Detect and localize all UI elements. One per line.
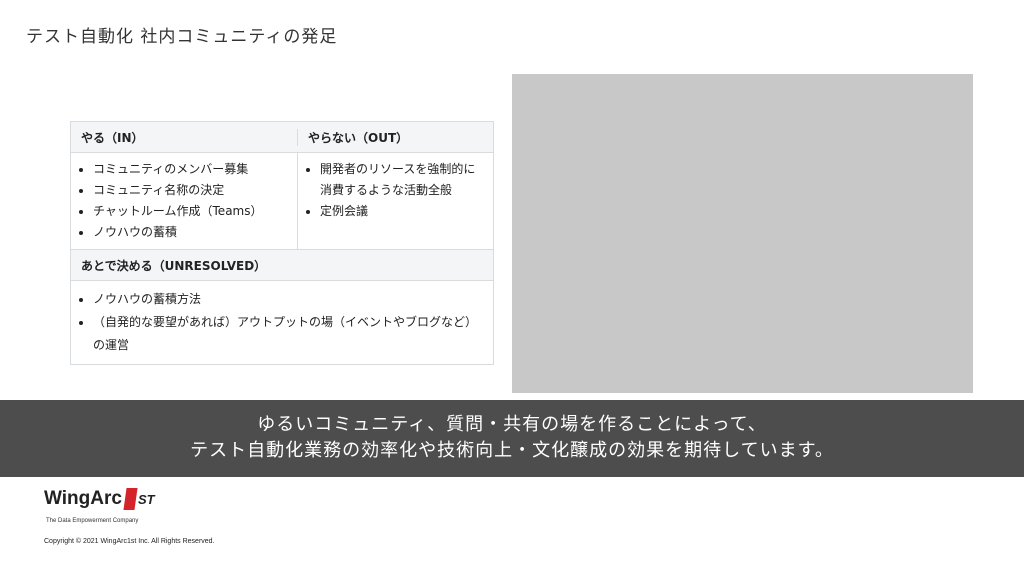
logo-text: WingArc — [44, 488, 122, 509]
logo-tagline: The Data Empowerment Company — [46, 518, 139, 524]
in-cell: コミュニティのメンバー募集 コミュニティ名称の決定 チャットルーム作成（Team… — [71, 153, 298, 249]
image-placeholder — [512, 74, 973, 393]
list-item: 定例会議 — [320, 201, 483, 222]
unresolved-header: あとで決める（UNRESOLVED） — [71, 250, 493, 281]
list-item: 開発者のリソースを強制的に消費するような活動全般 — [320, 159, 483, 201]
table-header-row: やる（IN） やらない（OUT） — [71, 122, 493, 153]
slide-title: テスト自動化 社内コミュニティの発足 — [26, 27, 338, 47]
list-item: ノウハウの蓄積 — [93, 222, 287, 243]
logo-one-mark-icon — [123, 488, 138, 510]
logo-suffix: ST — [137, 491, 155, 507]
logo-wordmark: WingArc ST — [44, 488, 155, 510]
summary-banner: ゆるいコミュニティ、質問・共有の場を作ることによって、 テスト自動化業務の効率化… — [0, 400, 1024, 477]
table-body-row: コミュニティのメンバー募集 コミュニティ名称の決定 チャットルーム作成（Team… — [71, 153, 493, 250]
scope-table: やる（IN） やらない（OUT） コミュニティのメンバー募集 コミュニティ名称の… — [70, 121, 494, 365]
list-item: （自発的な要望があれば）アウトプットの場（イベントやブログなど）の運営 — [93, 311, 483, 357]
out-cell: 開発者のリソースを強制的に消費するような活動全般 定例会議 — [298, 153, 493, 249]
list-item: チャットルーム作成（Teams） — [93, 201, 287, 222]
out-header: やらない（OUT） — [308, 130, 409, 145]
list-item: ノウハウの蓄積方法 — [93, 288, 483, 311]
banner-line-1: ゆるいコミュニティ、質問・共有の場を作ることによって、 — [257, 414, 767, 435]
in-list: コミュニティのメンバー募集 コミュニティ名称の決定 チャットルーム作成（Team… — [79, 159, 287, 243]
list-item: コミュニティのメンバー募集 — [93, 159, 287, 180]
copyright-notice: Copyright © 2021 WingArc1st Inc. All Rig… — [44, 538, 215, 545]
company-logo: WingArc ST The Data Empowerment Company — [44, 488, 155, 524]
banner-line-2: テスト自動化業務の効率化や技術向上・文化醸成の効果を期待しています。 — [190, 440, 834, 461]
unresolved-list: ノウハウの蓄積方法 （自発的な要望があれば）アウトプットの場（イベントやブログな… — [79, 288, 483, 357]
out-list: 開発者のリソースを強制的に消費するような活動全般 定例会議 — [306, 159, 483, 222]
list-item: コミュニティ名称の決定 — [93, 180, 287, 201]
in-header: やる（IN） — [71, 128, 298, 146]
unresolved-cell: ノウハウの蓄積方法 （自発的な要望があれば）アウトプットの場（イベントやブログな… — [71, 281, 493, 364]
